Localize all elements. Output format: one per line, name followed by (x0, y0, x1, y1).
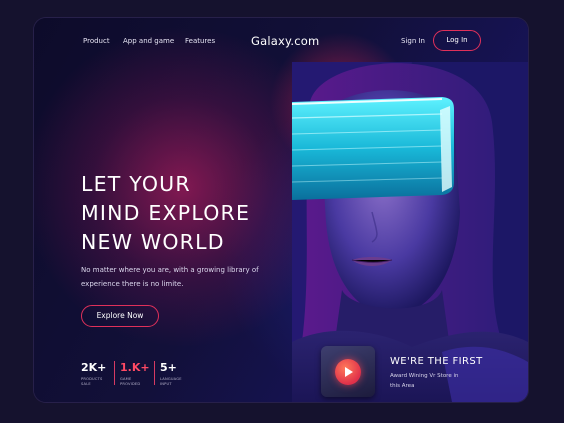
stat-game-provided: 1.K+ GAME PROVIDED (120, 362, 150, 387)
video-thumbnail-card[interactable] (321, 346, 375, 397)
stat-label: LANGUAGE INPUT (160, 377, 182, 386)
nav-link-features[interactable]: Features (185, 37, 215, 45)
top-navigation: Product App and game Features Galaxy.com… (34, 18, 528, 62)
stat-divider (154, 361, 155, 385)
nav-link-product[interactable]: Product (83, 37, 110, 45)
stat-divider (114, 361, 115, 385)
headline-line-1: LET YOUR (81, 172, 191, 196)
sign-in-link[interactable]: Sign In (401, 37, 425, 45)
stat-value: 2K+ (81, 361, 107, 374)
promo-title: WE'RE THE FIRST (390, 356, 483, 367)
headline-line-3: NEW WORLD (81, 230, 225, 254)
app-window: Product App and game Features Galaxy.com… (34, 18, 528, 402)
nav-link-app-and-game[interactable]: App and game (123, 37, 174, 45)
brand-logo[interactable]: Galaxy.com (251, 34, 319, 48)
play-icon[interactable] (335, 359, 361, 385)
log-in-button[interactable]: Log In (433, 30, 481, 51)
stat-language-input: 5+ LANGUAGE INPUT (160, 362, 192, 387)
hero-subtitle: No matter where you are, with a growing … (81, 266, 259, 288)
promo-description: Award Wining Vr Store in this Area (390, 373, 459, 389)
stat-value: 5+ (160, 361, 177, 374)
headline-line-2: MIND EXPLORE (81, 201, 251, 225)
stat-value: 1.K+ (120, 361, 150, 374)
stat-label: PRODUCTS SALE (81, 377, 103, 386)
hero-headline: LET YOUR MIND EXPLORE NEW WORLD (81, 170, 250, 257)
stat-products-sale: 2K+ PRODUCTS SALE (81, 362, 107, 387)
explore-now-button[interactable]: Explore Now (81, 305, 159, 327)
stat-label: GAME PROVIDED (120, 377, 141, 386)
